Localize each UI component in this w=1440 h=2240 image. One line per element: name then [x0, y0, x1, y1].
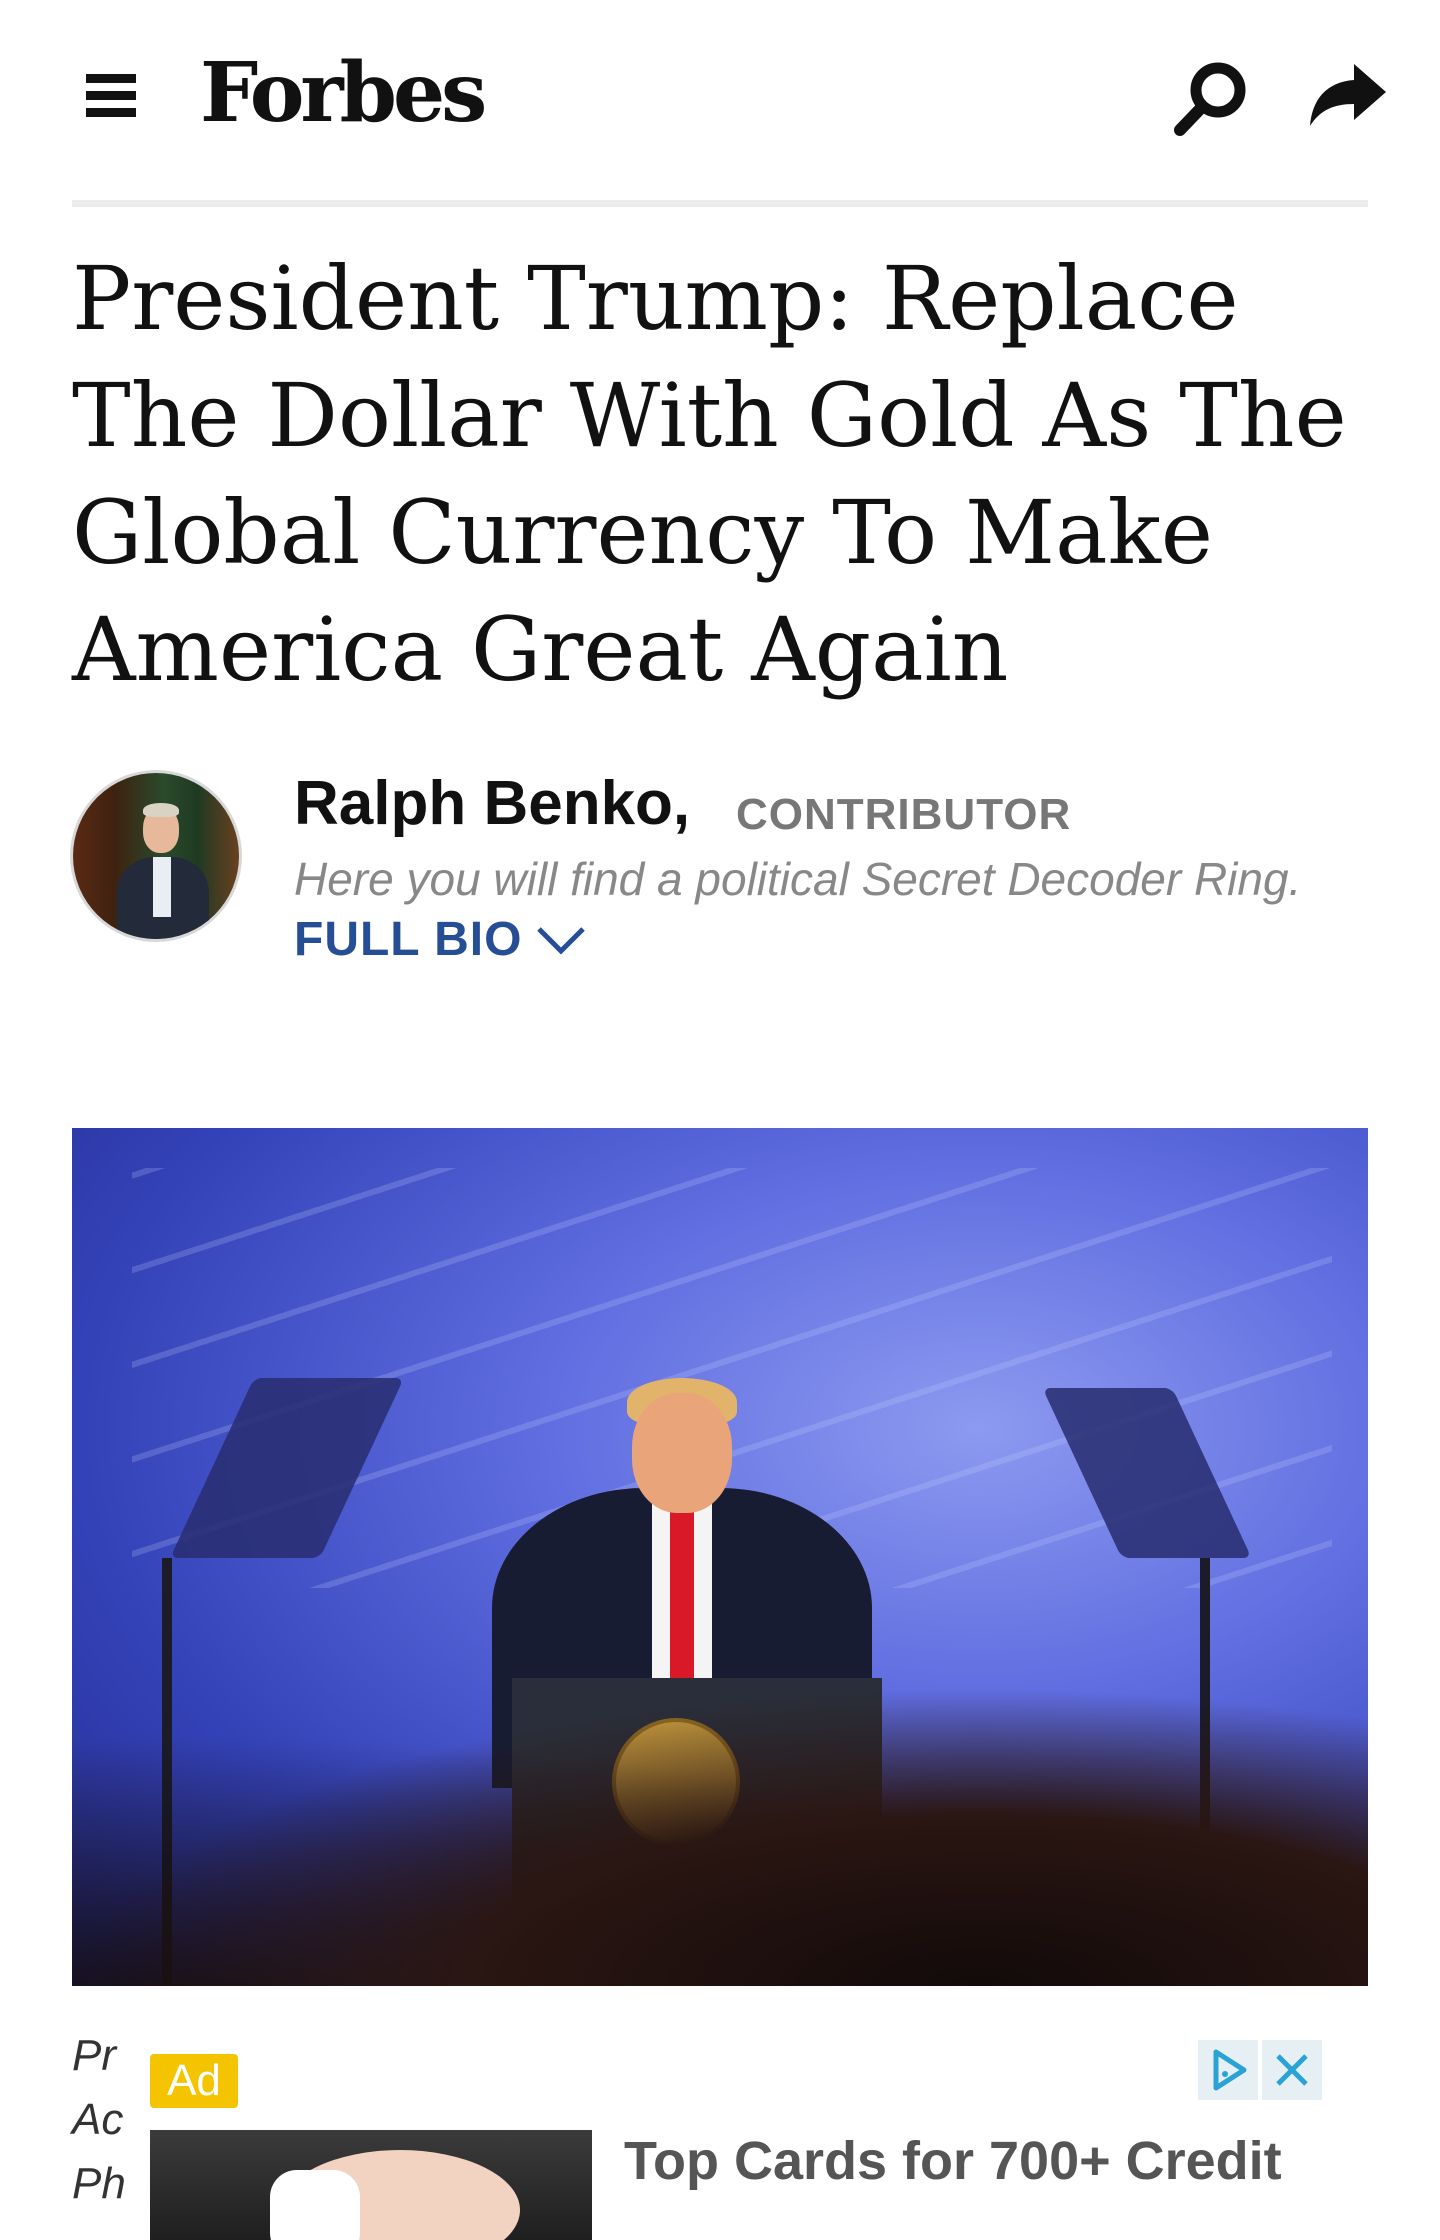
- search-icon[interactable]: [1170, 58, 1252, 140]
- ad-choices-icon[interactable]: [1198, 2040, 1258, 2100]
- full-bio-label: FULL BIO: [294, 913, 523, 966]
- ad-headline[interactable]: Top Cards for 700+ Credit: [624, 2130, 1282, 2192]
- ad-banner[interactable]: Ad Top Cards for 700+ Credit: [150, 2040, 1322, 2240]
- top-bar: Forbes: [0, 0, 1440, 200]
- hamburger-menu-icon[interactable]: [86, 74, 136, 118]
- author-name[interactable]: Ralph Benko,: [294, 768, 690, 839]
- header-divider: [72, 200, 1368, 207]
- author-tagline: Here you will find a political Secret De…: [294, 853, 1302, 905]
- full-bio-toggle[interactable]: FULL BIO: [294, 912, 586, 967]
- share-arrow-icon[interactable]: [1306, 60, 1388, 130]
- ad-image[interactable]: [150, 2130, 592, 2240]
- author-avatar[interactable]: [70, 770, 242, 942]
- chevron-down-icon: [537, 926, 586, 955]
- article-hero-image[interactable]: [72, 1128, 1368, 1986]
- close-icon[interactable]: [1262, 2040, 1322, 2100]
- ad-badge: Ad: [150, 2054, 238, 2108]
- article-title: President Trump: Replace The Dollar With…: [72, 247, 1347, 701]
- forbes-logo[interactable]: Forbes: [200, 52, 487, 134]
- author-role: CONTRIBUTOR: [736, 790, 1072, 839]
